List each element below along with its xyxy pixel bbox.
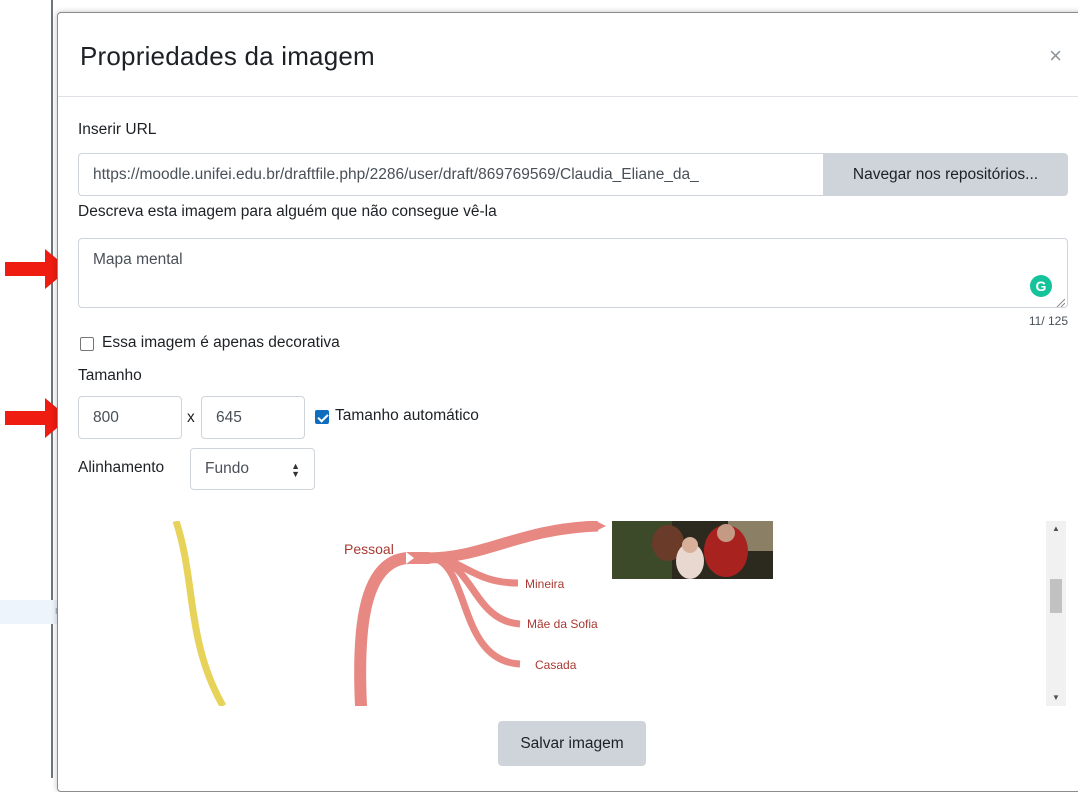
browse-repositories-button[interactable]: Navegar nos repositórios...	[823, 153, 1068, 196]
url-label: Inserir URL	[78, 121, 157, 138]
image-preview: Pessoal Mineira Mãe da Sofia Casada	[78, 521, 1068, 706]
auto-size-checkbox[interactable]	[315, 410, 329, 424]
close-icon[interactable]: ×	[1049, 45, 1062, 67]
width-input[interactable]: 800	[78, 396, 182, 439]
background-page-edge	[51, 0, 53, 778]
family-photo-thumbnail	[612, 521, 773, 579]
decorative-checkbox[interactable]	[80, 337, 94, 351]
image-properties-dialog: Propriedades da imagem × Inserir URL htt…	[57, 12, 1078, 792]
scroll-up-icon[interactable]: ▲	[1046, 521, 1066, 537]
scroll-down-icon[interactable]: ▼	[1046, 690, 1066, 706]
main-branch	[354, 552, 434, 706]
grammarly-icon[interactable]: G	[1030, 275, 1052, 297]
url-input-group: https://moodle.unifei.edu.br/draftfile.p…	[78, 153, 1068, 196]
scrollbar-thumb[interactable]	[1050, 579, 1062, 613]
branch-photo	[427, 521, 599, 564]
resize-grip-icon[interactable]	[1055, 297, 1065, 307]
node-casada: Casada	[535, 658, 577, 672]
node-mae-da-sofia: Mãe da Sofia	[527, 617, 598, 631]
node-pessoal: Pessoal	[344, 541, 394, 557]
alt-text-textarea[interactable]: Mapa mental	[78, 238, 1068, 308]
auto-size-label: Tamanho automático	[335, 407, 479, 424]
alt-text-value: Mapa mental	[93, 251, 183, 268]
mind-map-preview: Pessoal Mineira Mãe da Sofia Casada	[172, 521, 773, 706]
alignment-selected-value: Fundo	[205, 460, 249, 477]
char-count: 11/ 125	[1028, 314, 1068, 328]
select-arrows-icon: ▲ ▼	[291, 461, 300, 479]
alignment-label: Alinhamento	[78, 459, 165, 476]
size-separator: x	[187, 409, 195, 426]
save-image-button[interactable]: Salvar imagem	[498, 721, 646, 766]
yellow-branch	[172, 521, 227, 706]
height-input[interactable]: 645	[201, 396, 305, 439]
size-label: Tamanho	[78, 367, 142, 384]
decorative-label: Essa imagem é apenas decorativa	[102, 334, 340, 351]
node-mineira: Mineira	[525, 577, 565, 591]
url-input[interactable]: https://moodle.unifei.edu.br/draftfile.p…	[78, 153, 823, 196]
dialog-title: Propriedades da imagem	[80, 41, 375, 71]
dialog-header: Propriedades da imagem ×	[58, 13, 1078, 97]
alignment-select[interactable]: Fundo ▲ ▼	[190, 448, 315, 490]
alt-text-label: Descreva esta imagem para alguém que não…	[78, 203, 497, 220]
preview-scrollbar[interactable]: ▲ ▼	[1046, 521, 1066, 706]
